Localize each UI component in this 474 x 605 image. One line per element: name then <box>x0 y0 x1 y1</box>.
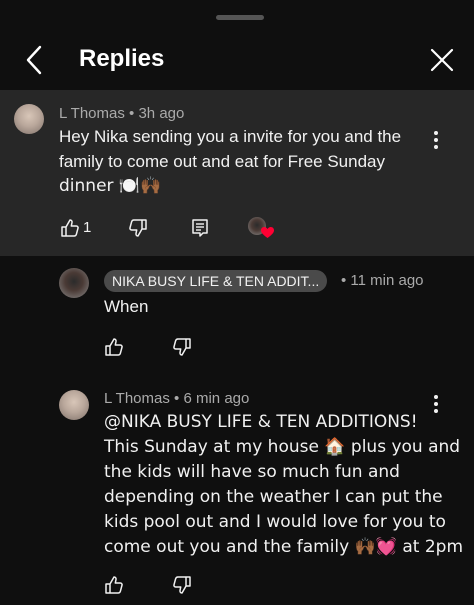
thumbs-up-icon <box>105 338 123 356</box>
dislike-button[interactable] <box>127 217 149 239</box>
thumbs-down-icon <box>173 576 191 594</box>
like-button[interactable] <box>59 217 81 239</box>
meta-separator: • <box>341 272 351 289</box>
more-options-button[interactable] <box>426 126 446 154</box>
comment-line: the kids will have so much fun and <box>104 462 400 482</box>
avatar[interactable] <box>59 390 89 420</box>
comment-author[interactable]: L Thomas <box>59 105 125 122</box>
comment-icon <box>192 219 208 237</box>
like-button[interactable] <box>103 574 125 596</box>
comment-line: kids pool out and I would love for you t… <box>104 512 446 532</box>
back-button[interactable] <box>18 44 50 76</box>
comment-text: When <box>104 294 148 319</box>
thumbs-up-icon <box>105 576 123 594</box>
like-button[interactable] <box>103 336 125 358</box>
comment-line: Hey Nika sending you a invite for you an… <box>59 127 402 146</box>
comment-text: Hey Nika sending you a invite for you an… <box>59 124 401 199</box>
comment-meta: • 11 min ago <box>341 272 424 289</box>
creator-name-badge[interactable]: NIKA BUSY LIFE & TEN ADDIT... <box>104 270 328 292</box>
avatar[interactable] <box>59 268 89 298</box>
creator-heart-badge <box>248 217 274 241</box>
comment-line: depending on the weather I can put the <box>104 487 443 507</box>
replies-header: Replies <box>0 36 474 84</box>
thumbs-up-icon <box>61 219 79 237</box>
comment-meta: L Thomas • 3h ago <box>59 105 184 122</box>
page-title: Replies <box>79 45 165 72</box>
parent-comment: L Thomas • 3h ago Hey Nika sending you a… <box>0 90 474 256</box>
heart-icon <box>261 227 274 238</box>
close-button[interactable] <box>426 44 458 76</box>
comment-text: @NIKA BUSY LIFE & TEN ADDITIONS! This Su… <box>104 410 463 560</box>
comment-line: family to come out and eat for Free Sund… <box>59 152 386 171</box>
like-count: 1 <box>83 219 92 236</box>
comment-line: come out you and the family 🙌🏾💓 at 2pm <box>104 537 464 557</box>
drag-handle[interactable] <box>216 15 264 20</box>
vertical-dots-icon <box>434 131 438 149</box>
dislike-button[interactable] <box>171 574 193 596</box>
comment-time: 6 min ago <box>183 390 250 407</box>
comment-time: 3h ago <box>138 105 185 122</box>
comment-author[interactable]: L Thomas <box>104 390 170 407</box>
close-icon <box>430 48 454 72</box>
dislike-button[interactable] <box>171 336 193 358</box>
comment-line: When <box>104 297 149 316</box>
avatar[interactable] <box>14 104 44 134</box>
thumbs-down-icon <box>173 338 191 356</box>
replies-sheet: Replies L Thomas • 3h ago Hey Nika sendi… <box>0 0 474 605</box>
comment-time: 11 min ago <box>350 272 424 289</box>
comment-meta: L Thomas • 6 min ago <box>104 390 249 407</box>
comment-line: @NIKA BUSY LIFE & TEN ADDITIONS! <box>104 412 418 432</box>
reply-button[interactable] <box>189 217 211 239</box>
comment-line: This Sunday at my house 🏠 plus you and <box>104 437 461 457</box>
chevron-left-icon <box>26 45 42 75</box>
thumbs-down-icon <box>129 219 147 237</box>
comment-line: dinner 🍽️🙌🏾 <box>59 176 162 196</box>
